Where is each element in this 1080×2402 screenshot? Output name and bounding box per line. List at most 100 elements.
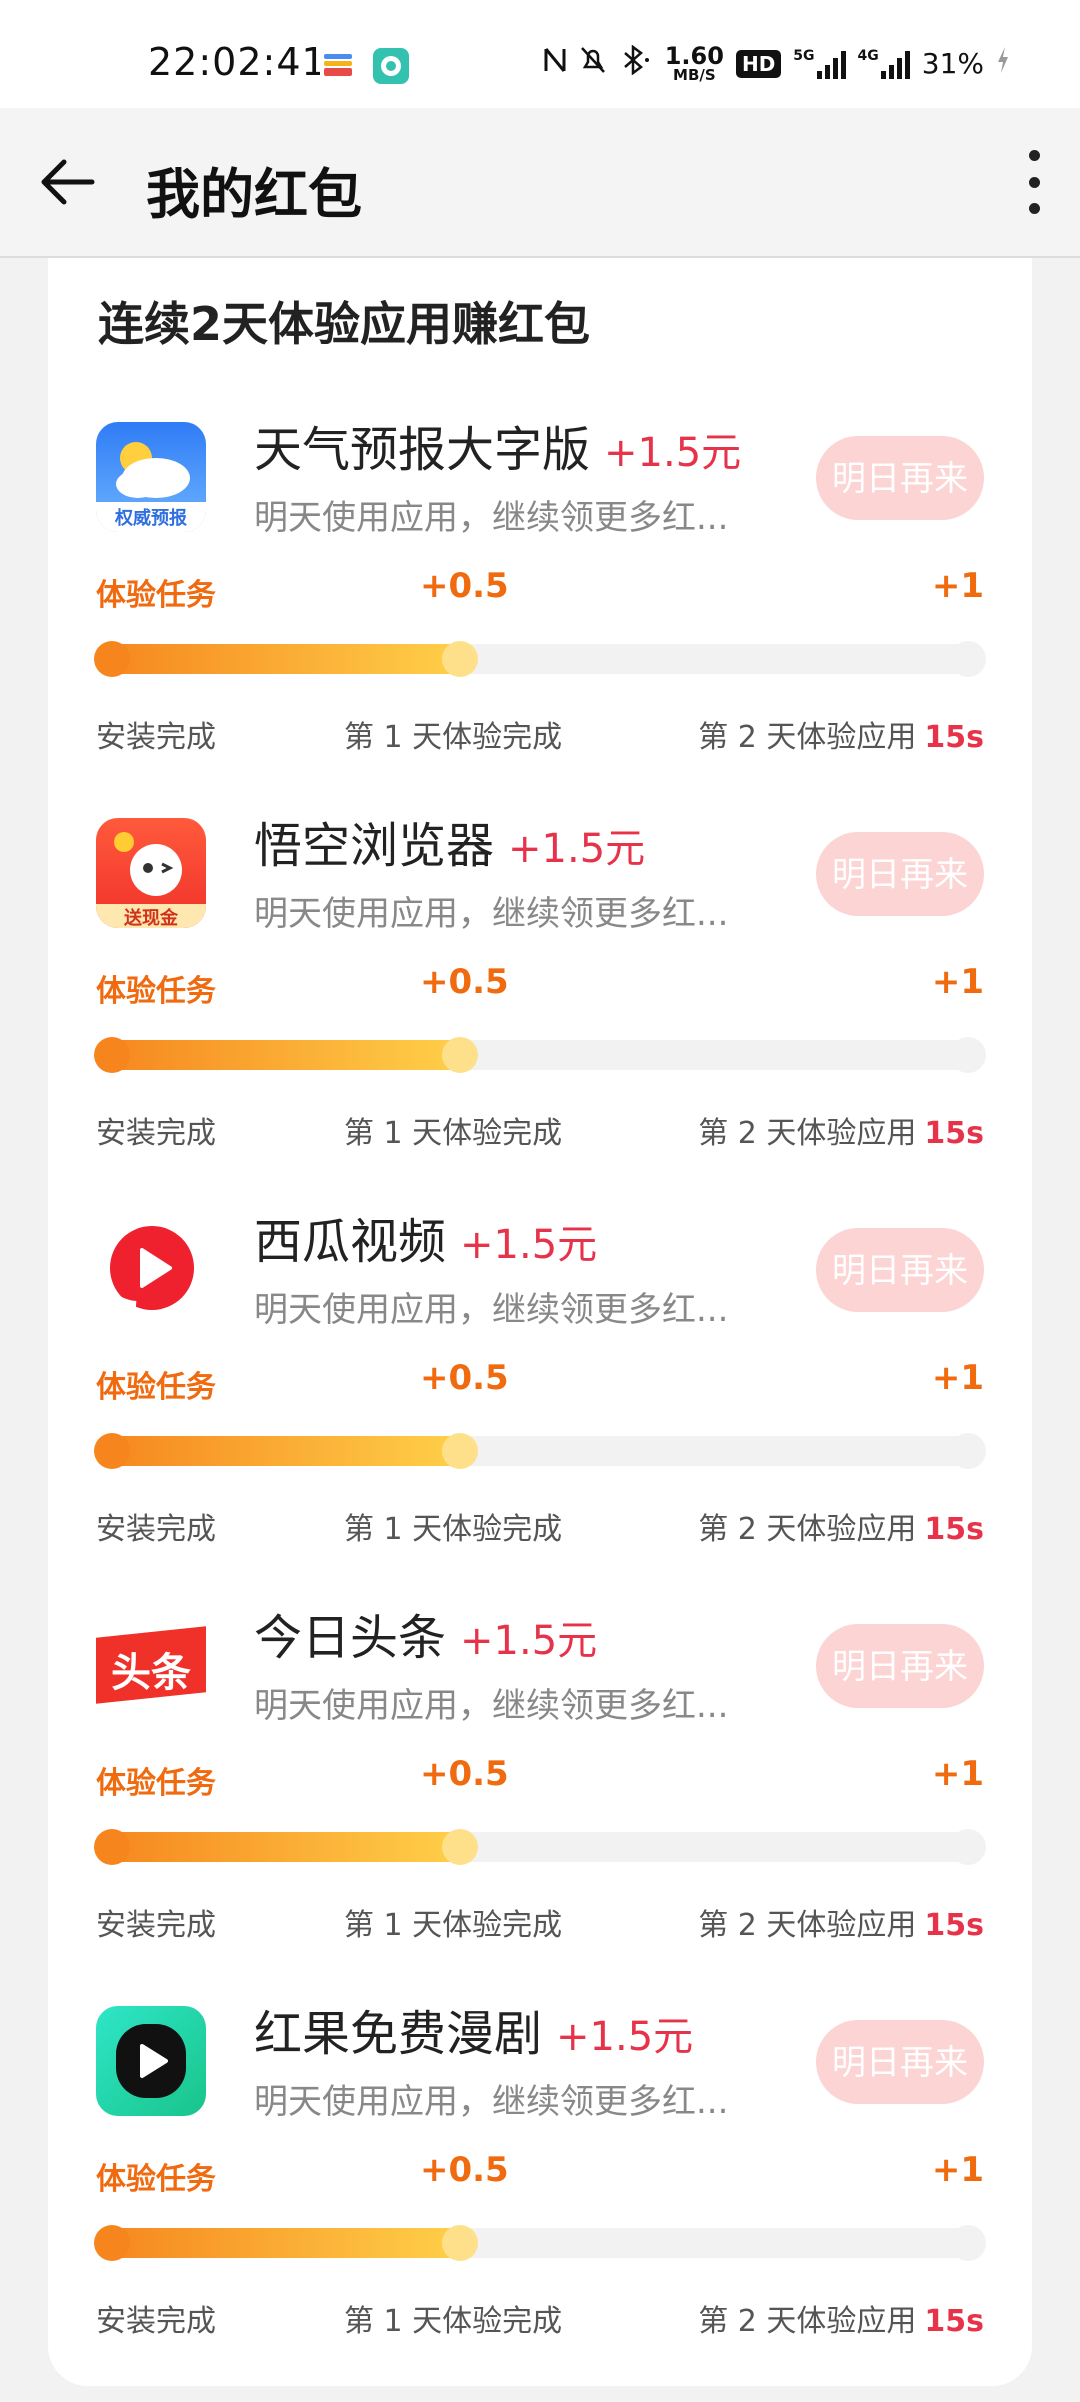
step-install-label: 安装完成 [96, 720, 216, 755]
app-reward: +1.5元 [460, 1222, 598, 1268]
come-back-tomorrow-button[interactable]: 明日再来 [816, 2020, 984, 2104]
toutiao-icon-caption: 头条 [111, 1650, 191, 1696]
progress-fill [96, 1436, 473, 1466]
nfc-icon [543, 45, 567, 83]
hongguo-icon [96, 2006, 206, 2116]
step-day2-text: 第 2 天体验应用 [698, 1908, 917, 1943]
progress-fill [96, 644, 473, 674]
message-notification-icon [373, 48, 409, 84]
progress-start-dot [94, 1829, 130, 1865]
progress-track [94, 1829, 986, 1865]
progress-mid-dot [442, 1433, 479, 1469]
step-time: 15s [924, 2304, 984, 2339]
more-dot-icon [1028, 150, 1040, 161]
back-button[interactable] [38, 152, 102, 212]
wukong-browser-icon: 送现金 [96, 818, 206, 928]
step-day2-text: 第 2 天体验应用 [698, 1512, 917, 1547]
signal-5g-tag: 5G [793, 47, 815, 64]
task-item: 头条 今日头条 +1.5元 明天使用应用，继续领更多红... 明日再来 体验任务 … [48, 1610, 1032, 2006]
more-options-button[interactable] [1014, 150, 1054, 214]
progress-start-dot [94, 1433, 130, 1469]
come-back-tomorrow-button[interactable]: 明日再来 [816, 832, 984, 916]
app-reward: +1.5元 [556, 2014, 694, 2060]
progress-track [94, 1433, 986, 1469]
signal-4g: 4G [858, 49, 910, 79]
end-reward-label: +1 [931, 1754, 984, 1794]
come-back-tomorrow-button[interactable]: 明日再来 [816, 1228, 984, 1312]
step-day2-text: 第 2 天体验应用 [698, 720, 917, 755]
page-title: 我的红包 [146, 163, 362, 226]
app-name-text: 今日头条 [254, 1610, 447, 1666]
weather-app-icon: 权威预报 [96, 422, 206, 532]
app-name-text: 西瓜视频 [254, 1214, 447, 1270]
step-day1-label: 第 1 天体验完成 [344, 1116, 563, 1151]
progress-fill [96, 1832, 473, 1862]
network-speed-value: 1.60 [664, 42, 724, 70]
hd-voice-badge: HD [735, 49, 782, 78]
step-day2-text: 第 2 天体验应用 [698, 1116, 917, 1151]
app-description: 明天使用应用，继续领更多红... [254, 894, 729, 934]
battery-level: 31% [921, 47, 984, 80]
progress-end-dot [950, 641, 986, 677]
status-icons: 1.60 MB/S HD 5G 4G 31% [543, 44, 1010, 83]
mid-reward-label: +0.5 [420, 962, 509, 1002]
app-name: 西瓜视频 +1.5元 [254, 1214, 597, 1273]
step-install-label: 安装完成 [96, 1908, 216, 1943]
mute-bell-icon [579, 45, 607, 83]
mid-reward-label: +0.5 [420, 1358, 509, 1398]
app-reward: +1.5元 [604, 430, 742, 476]
progress-mid-dot [442, 641, 479, 677]
back-arrow-icon [41, 159, 95, 205]
toutiao-icon: 头条 [96, 1610, 206, 1720]
task-label: 体验任务 [96, 974, 216, 1009]
progress-track [94, 1037, 986, 1073]
step-day1-label: 第 1 天体验完成 [344, 2304, 563, 2339]
step-time: 15s [924, 1512, 984, 1547]
task-label: 体验任务 [96, 1766, 216, 1801]
charging-icon [996, 45, 1010, 82]
wukong-icon-caption: 送现金 [124, 908, 178, 928]
section-title: 连续2天体验应用赚红包 [98, 297, 591, 351]
bluetooth-icon [619, 44, 653, 83]
mid-reward-label: +0.5 [420, 566, 509, 606]
progress-mid-dot [442, 1829, 479, 1865]
signal-bars-icon [880, 49, 910, 79]
step-day2-text: 第 2 天体验应用 [698, 2304, 917, 2339]
task-item: 权威预报 天气预报大字版 +1.5元 明天使用应用，继续领更多红... 明日再来 … [48, 422, 1032, 818]
app-name: 红果免费漫剧 +1.5元 [254, 2006, 693, 2065]
more-dot-icon [1028, 176, 1040, 188]
progress-start-dot [94, 1037, 130, 1073]
signal-bars-icon [816, 49, 846, 79]
app-name-text: 天气预报大字版 [254, 422, 591, 478]
step-install-label: 安装完成 [96, 1116, 216, 1151]
task-item: 送现金 悟空浏览器 +1.5元 明天使用应用，继续领更多红... 明日再来 体验任… [48, 818, 1032, 1214]
network-speed: 1.60 MB/S [665, 44, 724, 83]
red-packet-card: 连续2天体验应用赚红包 权威预报 天气预报大字版 +1.5元 明天使用应用，继续领… [48, 258, 1032, 2386]
step-day2-label: 第 2 天体验应用 15s [698, 2296, 984, 2340]
step-day1-label: 第 1 天体验完成 [344, 720, 563, 755]
task-item: 西瓜视频 +1.5元 明天使用应用，继续领更多红... 明日再来 体验任务 +0.… [48, 1214, 1032, 1610]
app-name: 天气预报大字版 +1.5元 [254, 422, 741, 481]
app-header: 我的红包 [0, 108, 1080, 258]
step-day2-label: 第 2 天体验应用 15s [698, 1900, 984, 1944]
end-reward-label: +1 [931, 1358, 984, 1398]
app-description: 明天使用应用，继续领更多红... [254, 1290, 729, 1330]
app-name-text: 悟空浏览器 [254, 818, 495, 874]
app-name-text: 红果免费漫剧 [254, 2006, 543, 2062]
step-time: 15s [924, 720, 984, 755]
come-back-tomorrow-button[interactable]: 明日再来 [816, 436, 984, 520]
app-reward: +1.5元 [460, 1618, 598, 1664]
progress-start-dot [94, 641, 130, 677]
signal-4g-tag: 4G [857, 47, 879, 64]
status-bar: 22:02:41 1.60 MB/S HD 5G 4G 31% [0, 0, 1080, 108]
progress-start-dot [94, 2225, 130, 2261]
step-time: 15s [924, 1116, 984, 1151]
progress-fill [96, 2228, 473, 2258]
progress-end-dot [950, 1433, 986, 1469]
app-name: 悟空浏览器 +1.5元 [254, 818, 645, 877]
step-install-label: 安装完成 [96, 2304, 216, 2339]
network-speed-unit: MB/S [673, 66, 716, 84]
come-back-tomorrow-button[interactable]: 明日再来 [816, 1624, 984, 1708]
step-time: 15s [924, 1908, 984, 1943]
app-description: 明天使用应用，继续领更多红... [254, 2082, 729, 2122]
